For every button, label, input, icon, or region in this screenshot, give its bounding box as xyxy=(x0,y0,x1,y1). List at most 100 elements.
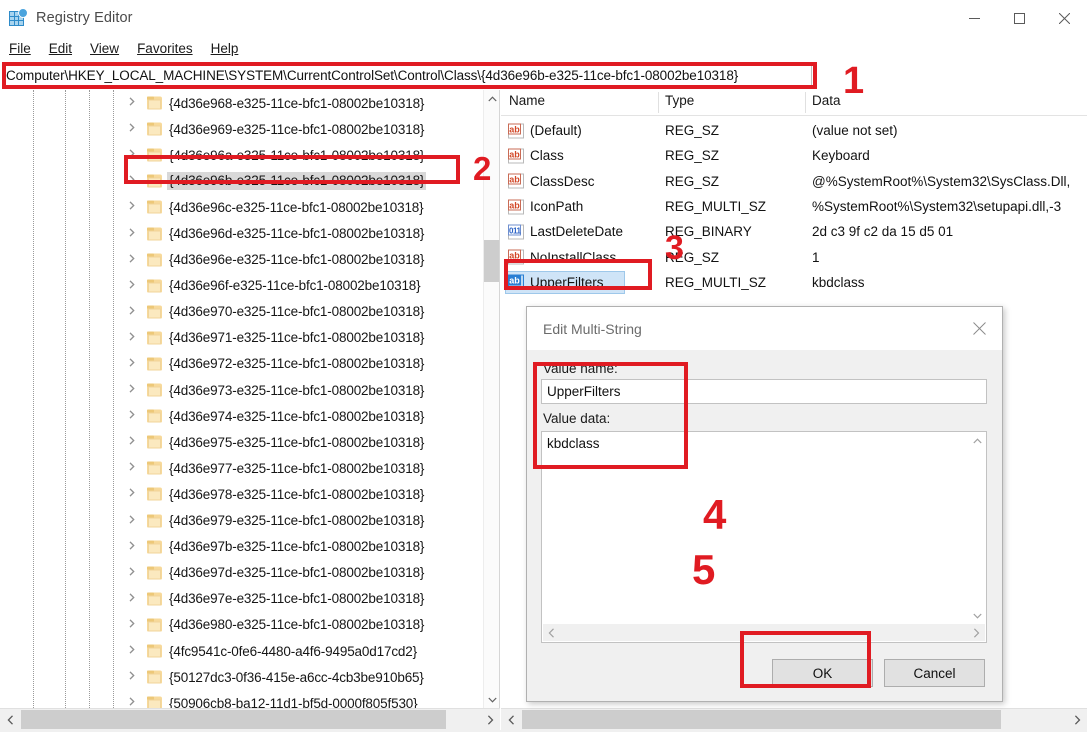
tree-row[interactable]: {4d36e972-e325-11ce-bfc1-08002be10318} xyxy=(0,351,484,377)
maximize-button[interactable] xyxy=(997,0,1042,36)
tree-row[interactable]: {4d36e977-e325-11ce-bfc1-08002be10318} xyxy=(0,455,484,481)
menu-view[interactable]: View xyxy=(81,39,128,59)
tree-row[interactable]: {4d36e980-e325-11ce-bfc1-08002be10318} xyxy=(0,612,484,638)
chevron-right-icon[interactable] xyxy=(129,123,135,135)
tree-scroll-down-button[interactable] xyxy=(484,691,499,708)
tree-item-label: {4d36e972-e325-11ce-bfc1-08002be10318} xyxy=(169,356,425,372)
column-divider[interactable] xyxy=(658,92,659,113)
value-row[interactable]: ab ClassDesc REG_SZ @%SystemRoot%\System32\… xyxy=(501,169,1087,194)
value-data-textarea[interactable]: kbdclass xyxy=(541,431,987,643)
value-row[interactable]: ab UpperFilters REG_MULTI_SZ kbdclass xyxy=(501,270,1087,295)
title-bar: Registry Editor xyxy=(0,0,1087,36)
chevron-right-icon[interactable] xyxy=(129,593,135,605)
column-header-data[interactable]: Data xyxy=(812,93,841,108)
value-name-input[interactable]: UpperFilters xyxy=(541,379,987,404)
tree-row[interactable]: {4d36e973-e325-11ce-bfc1-08002be10318} xyxy=(0,377,484,403)
value-row[interactable]: ab (Default) REG_SZ (value not set) xyxy=(501,118,1087,143)
dialog-close-button[interactable] xyxy=(957,307,1002,350)
tree-row[interactable]: {4fc9541c-0fe6-4480-a4f6-9495a0d17cd2} xyxy=(0,638,484,664)
ok-button[interactable]: OK xyxy=(772,659,873,687)
tree-row[interactable]: {4d36e978-e325-11ce-bfc1-08002be10318} xyxy=(0,481,484,507)
tree-scroll-up-button[interactable] xyxy=(484,90,499,107)
values-hscroll-thumb[interactable] xyxy=(522,710,1001,729)
tree-row[interactable]: {4d36e96b-e325-11ce-bfc1-08002be10318} xyxy=(0,168,484,194)
tree-row[interactable]: {4d36e96e-e325-11ce-bfc1-08002be10318} xyxy=(0,247,484,273)
registry-tree-panel[interactable]: {4d36e968-e325-11ce-bfc1-08002be10318} {4… xyxy=(0,90,500,708)
menu-help[interactable]: Help xyxy=(202,39,248,59)
value-row[interactable]: ab Class REG_SZ Keyboard xyxy=(501,143,1087,168)
chevron-right-icon[interactable] xyxy=(129,671,135,683)
tree-row[interactable]: {4d36e97e-e325-11ce-bfc1-08002be10318} xyxy=(0,586,484,612)
value-row[interactable]: ab IconPath REG_MULTI_SZ %SystemRoot%\Syste… xyxy=(501,194,1087,219)
menu-favorites[interactable]: Favorites xyxy=(128,39,202,59)
folder-icon xyxy=(147,461,162,475)
tree-horizontal-scrollbar[interactable] xyxy=(0,708,500,730)
values-horizontal-scrollbar[interactable] xyxy=(501,708,1087,730)
chevron-right-icon[interactable] xyxy=(129,567,135,579)
values-hscroll-right-button[interactable] xyxy=(1067,709,1087,730)
tree-hscroll-right-button[interactable] xyxy=(480,709,500,730)
chevron-right-icon[interactable] xyxy=(129,175,135,187)
tree-row[interactable]: {4d36e96d-e325-11ce-bfc1-08002be10318} xyxy=(0,220,484,246)
chevron-right-icon[interactable] xyxy=(129,514,135,527)
chevron-right-icon[interactable] xyxy=(129,619,135,631)
minimize-button[interactable] xyxy=(952,0,997,36)
close-button[interactable] xyxy=(1042,0,1087,36)
chevron-right-icon[interactable] xyxy=(129,97,135,109)
textarea-scroll-right-button[interactable] xyxy=(968,624,985,641)
tree-row[interactable]: {4d36e968-e325-11ce-bfc1-08002be10318} xyxy=(0,90,484,116)
tree-row[interactable]: {4d36e971-e325-11ce-bfc1-08002be10318} xyxy=(0,325,484,351)
chevron-right-icon[interactable] xyxy=(129,384,135,396)
chevron-right-icon[interactable] xyxy=(129,201,135,213)
tree-row[interactable]: {4d36e970-e325-11ce-bfc1-08002be10318} xyxy=(0,299,484,325)
cancel-button[interactable]: Cancel xyxy=(884,659,985,687)
value-row[interactable]: ab NoInstallClass REG_SZ 1 xyxy=(501,245,1087,270)
tree-row[interactable]: {50127dc3-0f36-415e-a6cc-4cb3be910b65} xyxy=(0,664,484,690)
textarea-scroll-up-button[interactable] xyxy=(969,433,985,449)
tree-row[interactable]: {50906cb8-ba12-11d1-bf5d-0000f805f530} xyxy=(0,690,484,708)
value-row[interactable]: 011 LastDeleteDate REG_BINARY 2d c3 9f c2 d… xyxy=(501,219,1087,244)
chevron-right-icon[interactable] xyxy=(129,462,135,474)
tree-row[interactable]: {4d36e96a-e325-11ce-bfc1-08002be10318} xyxy=(0,142,484,168)
tree-row[interactable]: {4d36e96c-e325-11ce-bfc1-08002be10318} xyxy=(0,194,484,220)
chevron-right-icon[interactable] xyxy=(129,254,135,266)
textarea-horizontal-scrollbar[interactable] xyxy=(543,624,985,641)
registry-tree-list[interactable]: {4d36e968-e325-11ce-bfc1-08002be10318} {4… xyxy=(0,90,484,708)
tree-hscroll-thumb[interactable] xyxy=(21,710,446,729)
tree-row[interactable]: {4d36e969-e325-11ce-bfc1-08002be10318} xyxy=(0,116,484,142)
chevron-right-icon[interactable] xyxy=(129,149,135,161)
tree-row[interactable]: {4d36e96f-e325-11ce-bfc1-08002be10318} xyxy=(0,273,484,299)
tree-scroll-thumb[interactable] xyxy=(484,240,499,282)
chevron-right-icon[interactable] xyxy=(129,280,135,292)
chevron-right-icon[interactable] xyxy=(129,488,135,500)
values-hscroll-left-button[interactable] xyxy=(501,709,521,730)
chevron-right-icon[interactable] xyxy=(129,227,135,240)
edit-multi-string-dialog[interactable]: Edit Multi-String Value name: UpperFilte… xyxy=(526,306,1003,702)
chevron-right-icon[interactable] xyxy=(129,645,135,657)
tree-vertical-scrollbar[interactable] xyxy=(483,90,499,708)
textarea-scroll-left-button[interactable] xyxy=(543,624,560,641)
chevron-right-icon[interactable] xyxy=(129,410,135,422)
tree-hscroll-left-button[interactable] xyxy=(0,709,20,730)
textarea-scroll-down-button[interactable] xyxy=(969,608,985,624)
chevron-right-icon[interactable] xyxy=(129,306,135,318)
chevron-right-icon[interactable] xyxy=(129,358,135,370)
tree-row[interactable]: {4d36e97d-e325-11ce-bfc1-08002be10318} xyxy=(0,560,484,586)
tree-row[interactable]: {4d36e97b-e325-11ce-bfc1-08002be10318} xyxy=(0,534,484,560)
column-divider[interactable] xyxy=(805,92,806,113)
chevron-right-icon[interactable] xyxy=(129,697,135,708)
tree-item-label: {4d36e97e-e325-11ce-bfc1-08002be10318} xyxy=(169,591,425,607)
tree-row[interactable]: {4d36e979-e325-11ce-bfc1-08002be10318} xyxy=(0,508,484,534)
tree-row[interactable]: {4d36e974-e325-11ce-bfc1-08002be10318} xyxy=(0,403,484,429)
menu-edit[interactable]: Edit xyxy=(40,39,81,59)
menu-file[interactable]: File xyxy=(0,39,40,59)
address-bar[interactable]: Computer\HKEY_LOCAL_MACHINE\SYSTEM\Curre… xyxy=(2,64,812,86)
textarea-vertical-scrollbar[interactable] xyxy=(969,433,985,624)
chevron-right-icon[interactable] xyxy=(129,541,135,553)
tree-row[interactable]: {4d36e975-e325-11ce-bfc1-08002be10318} xyxy=(0,429,484,455)
column-header-type[interactable]: Type xyxy=(665,93,694,108)
chevron-right-icon[interactable] xyxy=(129,436,135,448)
column-header-name[interactable]: Name xyxy=(509,93,545,108)
folder-icon xyxy=(147,618,162,632)
chevron-right-icon[interactable] xyxy=(129,332,135,344)
